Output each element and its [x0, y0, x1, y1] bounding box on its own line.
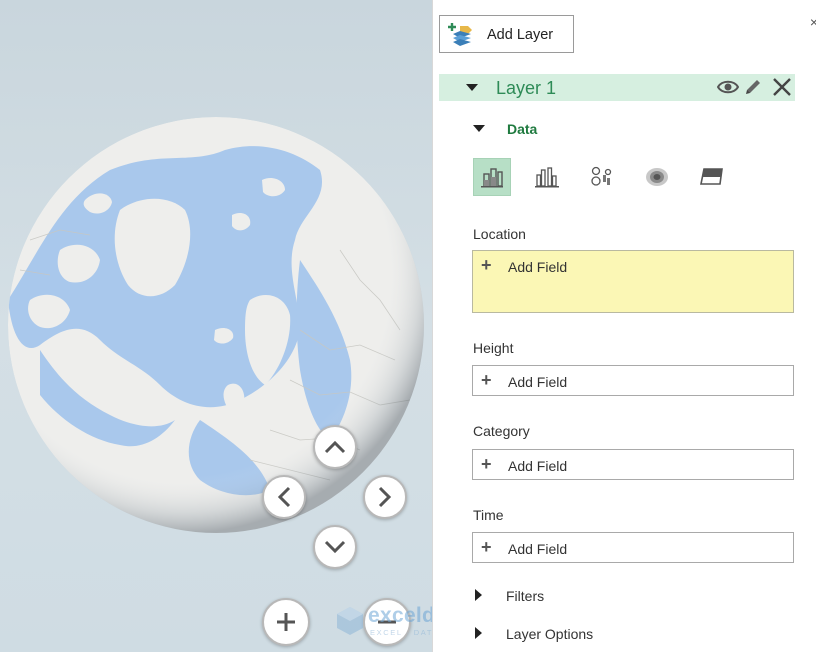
chevron-up-icon: [324, 440, 346, 454]
height-add-field[interactable]: Add Field: [508, 374, 567, 390]
location-add-field[interactable]: Add Field: [508, 259, 567, 275]
filters-section[interactable]: Filters: [506, 588, 544, 604]
region-icon: [700, 168, 723, 185]
time-field[interactable]: + Add Field: [472, 532, 794, 563]
zoom-in-button[interactable]: [262, 598, 310, 646]
pencil-icon[interactable]: [744, 78, 762, 96]
viz-heat-map-button[interactable]: [638, 158, 676, 196]
filters-caret-icon[interactable]: [475, 589, 483, 601]
plus-icon: [277, 613, 295, 631]
eye-icon[interactable]: [717, 78, 739, 96]
plus-icon: +: [481, 454, 492, 474]
add-layer-label: Add Layer: [487, 27, 554, 43]
clustered-column-icon: [535, 167, 559, 188]
pan-up-button[interactable]: [313, 425, 357, 469]
time-label: Time: [473, 507, 504, 523]
layer-pane: × Add Layer Layer 1 Data Location + Add …: [432, 0, 816, 652]
pan-left-button[interactable]: [262, 475, 306, 519]
heat-map-icon: [646, 168, 668, 186]
category-field[interactable]: + Add Field: [472, 449, 794, 480]
pan-down-button[interactable]: [313, 525, 357, 569]
category-add-field[interactable]: Add Field: [508, 458, 567, 474]
stacked-column-icon: [481, 168, 503, 188]
chevron-down-icon: [324, 540, 346, 554]
layer-options-caret-icon[interactable]: [475, 627, 483, 639]
add-layer-button[interactable]: Add Layer: [439, 15, 574, 53]
viz-bubble-button[interactable]: [583, 158, 621, 196]
category-label: Category: [473, 423, 530, 439]
bubble-icon: [591, 166, 612, 186]
viz-stacked-column-button[interactable]: [473, 158, 511, 196]
globe[interactable]: [0, 0, 432, 652]
time-add-field[interactable]: Add Field: [508, 541, 567, 557]
map-view[interactable]: exceldemy EXCEL · DATA · BI: [0, 0, 432, 652]
viz-region-button[interactable]: [693, 158, 731, 196]
plus-icon: +: [481, 537, 492, 557]
expand-caret-icon[interactable]: [466, 84, 478, 92]
data-section-title[interactable]: Data: [507, 121, 537, 137]
location-field[interactable]: + Add Field: [472, 250, 794, 313]
add-layer-icon: [448, 23, 472, 46]
data-section-caret-icon[interactable]: [473, 125, 485, 133]
height-field[interactable]: + Add Field: [472, 365, 794, 396]
layer-options-section[interactable]: Layer Options: [506, 626, 593, 642]
layer-header[interactable]: Layer 1: [439, 74, 795, 101]
pan-right-button[interactable]: [363, 475, 407, 519]
location-label: Location: [473, 226, 526, 242]
delete-layer-icon[interactable]: [772, 78, 792, 96]
layer-title[interactable]: Layer 1: [496, 78, 556, 99]
chevron-left-icon: [277, 486, 291, 508]
height-label: Height: [473, 340, 514, 356]
minus-icon: [378, 620, 396, 624]
close-pane-icon[interactable]: ×: [810, 14, 816, 30]
plus-icon: +: [481, 370, 492, 390]
chevron-right-icon: [378, 486, 392, 508]
plus-icon: +: [481, 255, 492, 275]
zoom-out-button[interactable]: [363, 598, 411, 646]
viz-clustered-column-button[interactable]: [528, 158, 566, 196]
